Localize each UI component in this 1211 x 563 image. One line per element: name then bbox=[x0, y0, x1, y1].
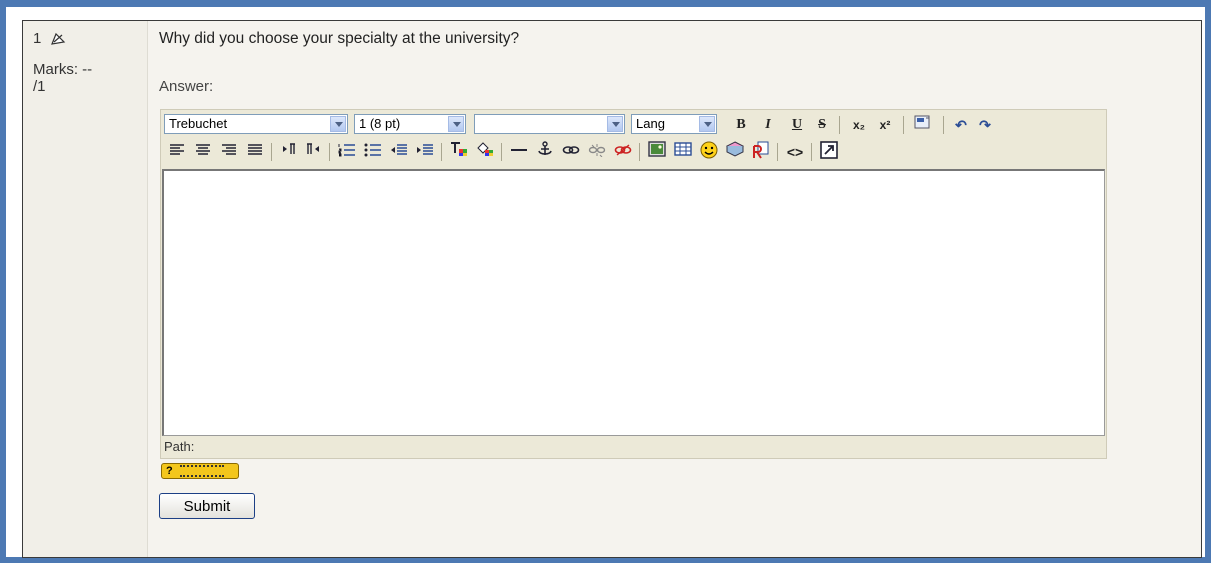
indent-icon bbox=[417, 144, 433, 155]
undo-button[interactable]: ↶ bbox=[951, 114, 971, 136]
subscript-button[interactable]: x₂ bbox=[849, 114, 869, 136]
left-to-right-icon bbox=[283, 143, 295, 154]
font-family-select[interactable]: Trebuchet bbox=[164, 114, 348, 134]
keyboard-icon bbox=[179, 465, 224, 478]
chevron-down-icon bbox=[699, 116, 715, 132]
question-number-text: 1 bbox=[33, 30, 42, 47]
toolbar-separator bbox=[501, 143, 502, 161]
image-icon bbox=[648, 141, 666, 157]
outdent-button[interactable] bbox=[389, 141, 409, 163]
nolink-button[interactable] bbox=[613, 141, 633, 163]
answer-label: Answer: bbox=[159, 78, 214, 95]
font-size-select[interactable]: 1 (8 pt) bbox=[354, 114, 466, 134]
align-right-button[interactable] bbox=[219, 141, 239, 163]
insert-smiley-button[interactable] bbox=[699, 141, 719, 163]
font-size-value: 1 (8 pt) bbox=[359, 116, 401, 131]
ordered-list-button[interactable] bbox=[337, 141, 357, 163]
no-link-icon bbox=[614, 144, 632, 156]
chevron-down-icon bbox=[448, 116, 464, 132]
marks-value: /1 bbox=[33, 78, 46, 95]
right-to-left-icon bbox=[307, 143, 319, 154]
search-replace-icon bbox=[753, 141, 769, 159]
fullscreen-icon bbox=[820, 141, 838, 159]
ordered-list-icon bbox=[338, 144, 355, 157]
font-family-value: Trebuchet bbox=[169, 116, 228, 131]
paint-bucket-icon bbox=[477, 142, 493, 156]
fullscreen-button[interactable] bbox=[819, 141, 839, 163]
align-left-icon bbox=[170, 144, 184, 155]
align-justify-button[interactable] bbox=[245, 141, 265, 163]
rich-text-editor: Trebuchet 1 (8 pt) Lang B I U S x₂ x² ↶ … bbox=[160, 109, 1107, 459]
insert-table-button[interactable] bbox=[673, 141, 693, 163]
toolbar-separator bbox=[943, 116, 944, 134]
language-value: Lang bbox=[636, 116, 665, 131]
toolbar-separator bbox=[903, 116, 904, 134]
toolbar-separator bbox=[329, 143, 330, 161]
toolbar-separator bbox=[811, 143, 812, 161]
indent-button[interactable] bbox=[415, 141, 435, 163]
editor-help-button[interactable]: ? bbox=[161, 463, 239, 479]
insert-image-button[interactable] bbox=[647, 141, 667, 163]
special-char-button[interactable] bbox=[725, 141, 745, 163]
rtl-button[interactable] bbox=[303, 141, 323, 163]
align-left-button[interactable] bbox=[167, 141, 187, 163]
paragraph-format-select[interactable] bbox=[474, 114, 625, 134]
table-icon bbox=[674, 142, 692, 156]
ltr-button[interactable] bbox=[279, 141, 299, 163]
outdent-icon bbox=[391, 144, 407, 155]
question-container: 1 Marks: -- /1 Why did you choose your s… bbox=[22, 20, 1202, 558]
paste-word-icon bbox=[914, 115, 930, 129]
search-replace-button[interactable] bbox=[751, 141, 771, 163]
chevron-down-icon bbox=[330, 116, 346, 132]
chevron-down-icon bbox=[607, 116, 623, 132]
smiley-icon bbox=[700, 141, 718, 159]
flag-question-icon[interactable] bbox=[50, 31, 66, 45]
path-label: Path: bbox=[164, 439, 195, 454]
unordered-list-icon bbox=[364, 143, 381, 157]
question-info: 1 Marks: -- /1 bbox=[23, 21, 148, 557]
editor-content-area[interactable] bbox=[162, 169, 1105, 436]
unordered-list-button[interactable] bbox=[363, 141, 383, 163]
paste-word-button[interactable] bbox=[913, 114, 933, 136]
bold-button[interactable]: B bbox=[731, 114, 751, 136]
horizontal-rule-button[interactable] bbox=[509, 141, 529, 163]
strikethrough-button[interactable]: S bbox=[812, 114, 832, 136]
toolbar-separator bbox=[839, 116, 840, 134]
horizontal-rule-icon bbox=[511, 149, 527, 151]
window-frame: 1 Marks: -- /1 Why did you choose your s… bbox=[0, 0, 1211, 563]
toolbar-separator bbox=[441, 143, 442, 161]
special-character-icon bbox=[725, 141, 745, 157]
toolbar-separator bbox=[777, 143, 778, 161]
background-color-button[interactable] bbox=[475, 141, 495, 163]
unlink-button[interactable] bbox=[587, 141, 607, 163]
anchor-button[interactable] bbox=[535, 141, 555, 163]
editor-path-bar: Path: bbox=[162, 437, 1107, 457]
align-center-icon bbox=[196, 144, 210, 155]
align-justify-icon bbox=[248, 144, 262, 155]
submit-button[interactable]: Submit bbox=[159, 493, 255, 519]
link-icon bbox=[562, 146, 580, 154]
editor-toolbar-row-2: <> bbox=[161, 139, 1106, 165]
align-right-icon bbox=[222, 144, 236, 155]
text-color-button[interactable] bbox=[449, 141, 469, 163]
question-text: Why did you choose your specialty at the… bbox=[159, 30, 520, 47]
underline-button[interactable]: U bbox=[787, 114, 807, 136]
align-center-button[interactable] bbox=[193, 141, 213, 163]
question-number: 1 bbox=[33, 30, 66, 47]
marks-label: Marks: -- bbox=[33, 61, 93, 78]
toolbar-separator bbox=[271, 143, 272, 161]
language-select[interactable]: Lang bbox=[631, 114, 717, 134]
toolbar-separator bbox=[639, 143, 640, 161]
anchor-icon bbox=[538, 141, 552, 155]
text-color-icon bbox=[451, 142, 467, 156]
redo-button[interactable]: ↷ bbox=[975, 114, 995, 136]
insert-link-button[interactable] bbox=[561, 141, 581, 163]
italic-button[interactable]: I bbox=[758, 114, 778, 136]
unlink-icon bbox=[588, 144, 606, 158]
editor-toolbar-row-1: Trebuchet 1 (8 pt) Lang B I U S x₂ x² ↶ … bbox=[161, 112, 1106, 138]
html-source-button[interactable]: <> bbox=[785, 141, 805, 163]
superscript-button[interactable]: x² bbox=[875, 114, 895, 136]
help-question-mark: ? bbox=[166, 465, 173, 477]
